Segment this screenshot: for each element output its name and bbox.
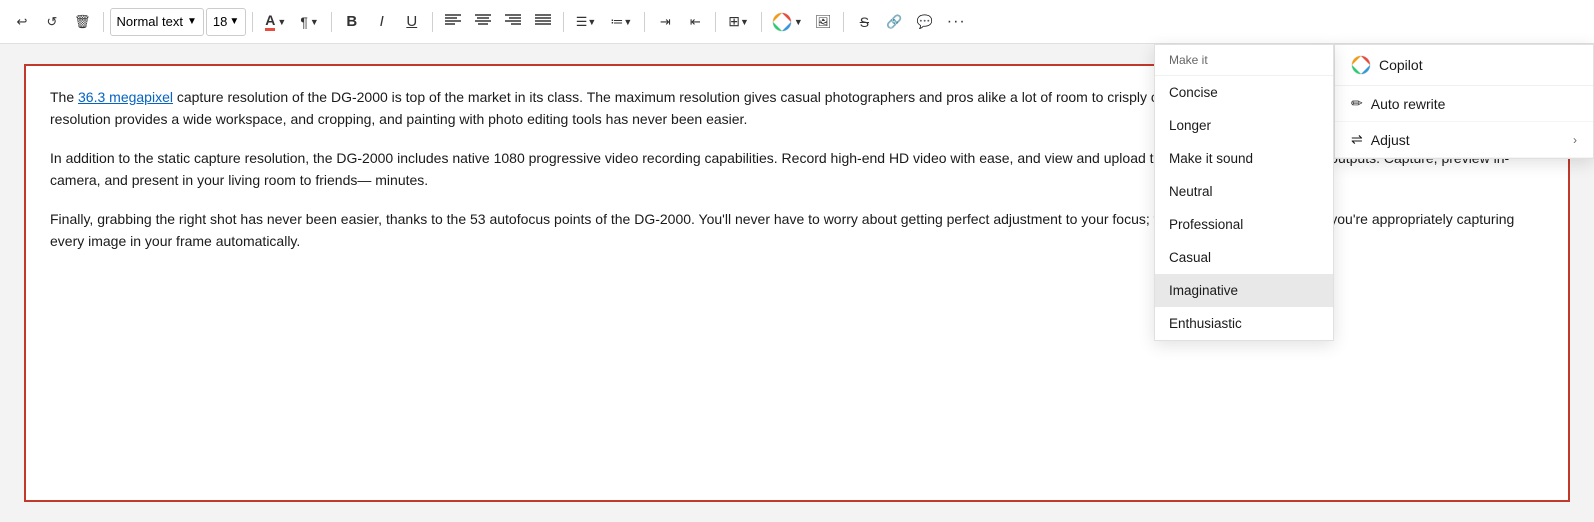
bullet-list-chevron-icon: ▼ xyxy=(587,17,596,27)
redo-icon: ↺ xyxy=(47,14,58,30)
copilot-title: Copilot xyxy=(1379,57,1423,73)
adjust-submenu: Make it Concise Longer Make it sound Neu… xyxy=(1154,44,1334,341)
numbered-list-chevron-icon: ▼ xyxy=(623,17,632,27)
copilot-chevron-icon: ▼ xyxy=(794,17,803,27)
more-button[interactable]: ··· xyxy=(941,6,972,38)
auto-rewrite-icon: ✏ xyxy=(1351,95,1363,112)
font-size-dropdown[interactable]: 18 ▼ xyxy=(206,8,246,36)
adjust-arrow-icon: › xyxy=(1573,133,1577,147)
font-color-chevron-icon: ▼ xyxy=(277,17,286,27)
separator-3 xyxy=(331,12,332,32)
adjust-icon: ⇌ xyxy=(1351,131,1363,148)
separator-2 xyxy=(252,12,253,32)
font-style-value: Normal text xyxy=(117,14,183,29)
table-chevron-icon: ▼ xyxy=(740,17,749,27)
table-button[interactable]: ⊞ ▼ xyxy=(722,6,755,38)
separator-1 xyxy=(103,12,104,32)
submenu-item-professional[interactable]: Professional xyxy=(1155,208,1333,241)
align-left-icon xyxy=(445,13,461,30)
separator-5 xyxy=(563,12,564,32)
justify-button[interactable] xyxy=(529,6,557,38)
comment-icon: 💬 xyxy=(917,14,933,30)
table-icon: ⊞ xyxy=(728,13,740,30)
submenu-header: Make it xyxy=(1155,45,1333,76)
copilot-color-icon xyxy=(772,12,792,32)
align-left-button[interactable] xyxy=(439,6,467,38)
bullet-list-button[interactable]: ☰ ▼ xyxy=(570,6,603,38)
underline-button[interactable]: U xyxy=(398,6,426,38)
link-button[interactable]: 🔗 xyxy=(880,6,908,38)
copilot-panel: Copilot ✏ Auto rewrite ⇌ Adjust › xyxy=(1334,44,1594,159)
image-icon: 🖼 xyxy=(815,14,832,30)
bullet-list-icon: ☰ xyxy=(576,14,588,30)
submenu-item-enthusiastic-label: Enthusiastic xyxy=(1169,316,1242,331)
megapixel-link[interactable]: 36.3 megapixel xyxy=(78,89,173,105)
font-size-value: 18 xyxy=(213,14,227,29)
copilot-header[interactable]: Copilot xyxy=(1335,45,1593,86)
trash-icon: 🗑 xyxy=(74,14,91,30)
submenu-item-casual[interactable]: Casual xyxy=(1155,241,1333,274)
submenu-item-concise[interactable]: Concise xyxy=(1155,76,1333,109)
paragraph-chevron-icon: ▼ xyxy=(310,17,319,27)
indent-icon: ⇥ xyxy=(660,14,671,30)
font-style-chevron-icon: ▼ xyxy=(187,16,197,27)
submenu-item-make-it-sound[interactable]: Make it sound xyxy=(1155,142,1333,175)
link-icon: 🔗 xyxy=(886,14,902,30)
toolbar: ↩ ↺ 🗑 Normal text ▼ 18 ▼ A ▼ ¶ ▼ B I U xyxy=(0,0,1594,44)
copilot-button[interactable]: ▼ xyxy=(768,6,807,38)
submenu-item-professional-label: Professional xyxy=(1169,217,1243,232)
strikethrough-icon: S xyxy=(860,14,869,30)
comment-button[interactable]: 💬 xyxy=(911,6,939,38)
undo-icon: ↩ xyxy=(17,14,28,30)
separator-4 xyxy=(432,12,433,32)
numbered-list-icon: ≔ xyxy=(610,14,623,30)
paragraph-format-button[interactable]: ¶ ▼ xyxy=(294,6,324,38)
strikethrough-button[interactable]: S xyxy=(850,6,878,38)
submenu-item-enthusiastic[interactable]: Enthusiastic xyxy=(1155,307,1333,340)
auto-rewrite-label: Auto rewrite xyxy=(1371,96,1446,112)
italic-icon: I xyxy=(380,13,384,30)
redo-button[interactable]: ↺ xyxy=(38,6,66,38)
align-right-button[interactable] xyxy=(499,6,527,38)
submenu-item-neutral-label: Neutral xyxy=(1169,184,1213,199)
bold-icon: B xyxy=(346,13,357,30)
image-button[interactable]: 🖼 xyxy=(809,6,838,38)
bold-button[interactable]: B xyxy=(338,6,366,38)
indent-button[interactable]: ⇥ xyxy=(651,6,679,38)
copilot-menu-logo-icon xyxy=(1351,55,1371,75)
separator-8 xyxy=(761,12,762,32)
font-color-button[interactable]: A ▼ xyxy=(259,6,292,38)
align-center-button[interactable] xyxy=(469,6,497,38)
align-right-icon xyxy=(505,13,521,30)
paragraph-icon: ¶ xyxy=(300,14,308,30)
font-color-icon: A xyxy=(265,12,275,31)
separator-9 xyxy=(843,12,844,32)
font-style-dropdown[interactable]: Normal text ▼ xyxy=(110,8,204,36)
font-size-chevron-icon: ▼ xyxy=(229,16,239,27)
submenu-item-concise-label: Concise xyxy=(1169,85,1218,100)
separator-7 xyxy=(715,12,716,32)
italic-button[interactable]: I xyxy=(368,6,396,38)
justify-icon xyxy=(535,13,551,30)
submenu-item-imaginative-label: Imaginative xyxy=(1169,283,1238,298)
submenu-item-neutral[interactable]: Neutral xyxy=(1155,175,1333,208)
submenu-item-longer-label: Longer xyxy=(1169,118,1211,133)
more-icon: ··· xyxy=(947,13,966,31)
submenu-item-longer[interactable]: Longer xyxy=(1155,109,1333,142)
submenu-item-make-it-sound-label: Make it sound xyxy=(1169,151,1253,166)
align-center-icon xyxy=(475,13,491,30)
submenu-item-casual-label: Casual xyxy=(1169,250,1211,265)
auto-rewrite-item[interactable]: ✏ Auto rewrite xyxy=(1335,86,1593,122)
undo-button[interactable]: ↩ xyxy=(8,6,36,38)
numbered-list-button[interactable]: ≔ ▼ xyxy=(604,6,638,38)
trash-button[interactable]: 🗑 xyxy=(68,6,97,38)
outdent-button[interactable]: ⇤ xyxy=(681,6,709,38)
submenu-item-imaginative[interactable]: Imaginative xyxy=(1155,274,1333,307)
outdent-icon: ⇤ xyxy=(690,14,701,30)
separator-6 xyxy=(644,12,645,32)
adjust-label: Adjust xyxy=(1371,132,1410,148)
underline-icon: U xyxy=(406,13,417,30)
adjust-item[interactable]: ⇌ Adjust › xyxy=(1335,122,1593,158)
